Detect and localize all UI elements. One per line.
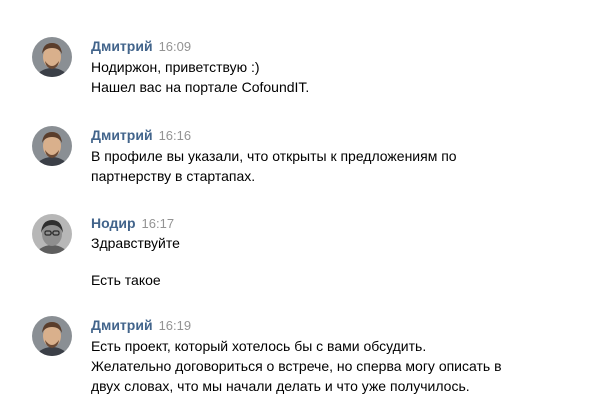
nodir-avatar-image xyxy=(32,214,72,254)
message-text-line: партнерству в стартапах. xyxy=(91,168,256,184)
message-text-line: Желательно договориться о встрече, но сп… xyxy=(91,358,502,374)
author-name[interactable]: Дмитрий xyxy=(91,127,153,143)
avatar-dmitry[interactable] xyxy=(32,37,72,77)
message-time: 16:16 xyxy=(158,128,192,143)
author-name[interactable]: Нодир xyxy=(91,215,136,231)
dmitry-avatar-image xyxy=(32,126,72,166)
message-text-line: Есть такое xyxy=(91,272,161,288)
avatar-nodir[interactable] xyxy=(32,214,72,254)
message-time: 16:19 xyxy=(158,318,192,333)
message-time: 16:09 xyxy=(158,39,192,54)
dmitry-avatar-image xyxy=(32,37,72,77)
message-text-line: Нашел вас на портале CofoundIT. xyxy=(91,79,310,95)
message-text-line: Здравствуйте xyxy=(91,235,180,251)
avatar-dmitry[interactable] xyxy=(32,126,72,166)
message: Дмитрий 16:16 В профиле вы указали, что о… xyxy=(0,126,591,186)
author-name[interactable]: Дмитрий xyxy=(91,317,153,333)
message: Дмитрий 16:19 Есть проект, который хотело… xyxy=(0,316,591,398)
author-name[interactable]: Дмитрий xyxy=(91,38,153,54)
message-header: Нодир 16:17 xyxy=(91,214,174,232)
message-header: Дмитрий 16:19 xyxy=(91,316,191,334)
message-text-line: Есть проект, который хотелось бы с вами … xyxy=(91,338,427,354)
message-text-line: Нодиржон, приветствую :) xyxy=(91,59,260,75)
avatar-dmitry[interactable] xyxy=(32,316,72,356)
message: Нодир 16:17 Здравствуйте Есть такое xyxy=(0,214,591,294)
dmitry-avatar-image xyxy=(32,316,72,356)
message-text-line: В профиле вы указали, что открыты к пред… xyxy=(91,148,457,164)
message-header: Дмитрий 16:09 xyxy=(91,37,191,55)
message-time: 16:17 xyxy=(141,216,175,231)
message-header: Дмитрий 16:16 xyxy=(91,126,191,144)
message: Дмитрий 16:09 Нодиржон, приветствую :) На… xyxy=(0,37,591,97)
message-text-line: двух словах, что мы начали делать и что … xyxy=(91,378,470,394)
